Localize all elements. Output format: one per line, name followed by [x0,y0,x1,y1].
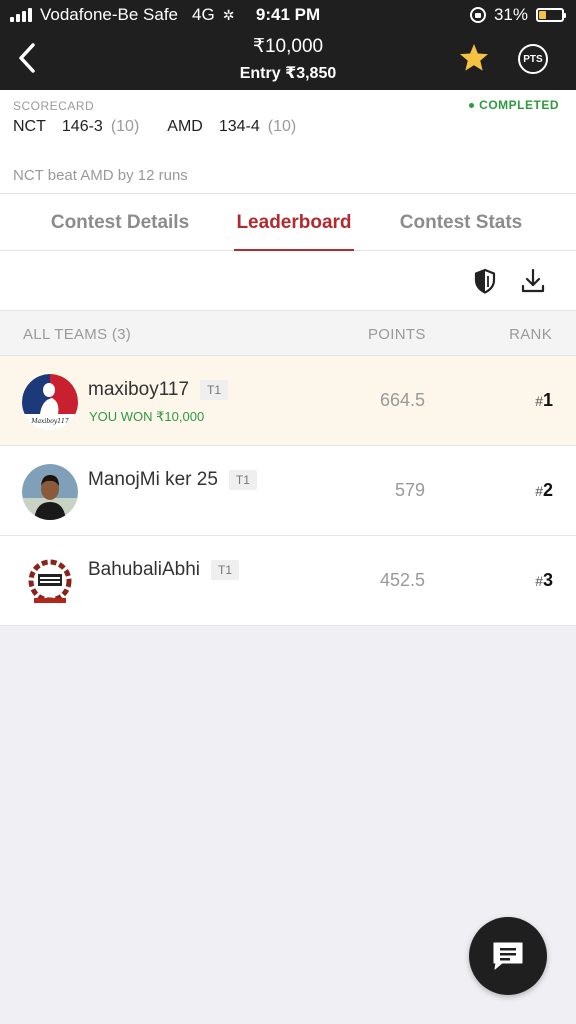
team-name-line: ManojMi ker 25 T1 [88,469,257,491]
leaderboard-toolbar [0,251,576,311]
shield-compare-icon [474,268,496,294]
avatar [22,554,78,610]
team-badge: T1 [200,380,229,400]
tab-leaderboard-label: Leaderboard [236,211,352,233]
battery-icon [536,8,566,22]
leaderboard-row[interactable]: ManojMi ker 25 T1 579 #2 [0,446,576,536]
back-button[interactable] [14,40,44,76]
rank-number: 2 [542,480,553,500]
chevron-left-icon [19,43,35,73]
team-name-line: maxiboy117 T1 [88,379,229,401]
team-runs: 146-3 [61,118,103,135]
team-name: NCT [13,118,46,135]
orientation-lock-icon [469,7,486,23]
column-points: POINTS [368,326,426,343]
team-badge: T1 [210,560,239,580]
tab-bar: Contest Details Leaderboard Contest Stat… [0,194,576,252]
leaderboard-row[interactable]: BahubaliAbhi T1 452.5 #3 [0,536,576,626]
favorite-button[interactable] [458,42,490,74]
team-scores: NCT 146-3 (10) AMD 134-4 (10) [13,118,314,136]
signal-icon [10,8,32,22]
team-name: maxiboy117 [88,379,190,400]
avatar [22,464,78,520]
rank-hash: # [535,393,543,409]
rank-number: 1 [542,390,553,410]
team-name: BahubaliAbhi [88,559,200,580]
team-points: 579 [394,480,425,500]
team-overs: (10) [267,118,297,135]
column-rank: RANK [509,326,552,343]
status-left: Vodafone-Be Safe 4G ✲ [10,5,234,25]
user-photo-icon [22,464,78,520]
team-logo-icon: Maxiboy117 [22,374,78,430]
scorecard: SCORECARD COMPLETED NCT 146-3 (10) AMD 1… [0,90,576,194]
team-badge: T1 [228,470,257,490]
match-status: COMPLETED [469,98,559,112]
tab-leaderboard[interactable]: Leaderboard [234,194,354,252]
chat-icon [493,942,523,970]
chat-button[interactable] [469,917,547,995]
contest-header: ₹10,000 Entry ₹3,850 PTS [0,30,576,90]
avatar: Maxiboy117 [22,374,78,430]
team-overs: (10) [110,118,140,135]
leaderboard-row[interactable]: Maxiboy117 maxiboy117 T1 YOU WON ₹10,000… [0,356,576,446]
status-bar: Vodafone-Be Safe 4G ✲ 9:41 PM 31% [0,0,576,30]
network-type: 4G [192,5,215,24]
team-runs: 134-4 [218,118,260,135]
team-rank: #3 [535,570,553,591]
loading-spinner-icon: ✲ [222,6,235,23]
column-teams: ALL TEAMS (3) [23,326,132,343]
team-points: 664.5 [379,390,425,410]
tab-contest-details[interactable]: Contest Details [40,194,200,251]
rank-number: 3 [542,570,553,590]
leaderboard-header: ALL TEAMS (3) POINTS RANK [0,311,576,356]
star-icon [460,44,488,71]
team-name: ManojMi ker 25 [88,469,218,490]
match-result: NCT beat AMD by 12 runs [13,167,188,184]
points-button[interactable]: PTS [518,44,548,74]
status-right: 31% [469,5,566,25]
scorecard-label: SCORECARD [13,99,95,113]
battery-level [539,11,546,19]
rank-hash: # [535,573,543,589]
team-name: AMD [167,118,203,135]
team-points: 452.5 [379,570,425,590]
team-score: NCT 146-3 (10) [13,118,139,136]
tab-contest-stats[interactable]: Contest Stats [392,194,530,251]
download-button[interactable] [520,267,546,295]
team-name-line: BahubaliAbhi T1 [88,559,239,581]
winnings-label: YOU WON ₹10,000 [89,409,205,424]
status-dot-icon [469,102,475,108]
carrier-name: Vodafone-Be Safe [40,5,179,24]
team-rank: #2 [535,480,553,501]
compare-teams-button[interactable] [472,267,498,295]
team-logo-icon [22,554,78,610]
download-icon [521,268,545,293]
team-score: AMD 134-4 (10) [167,118,296,136]
team-rank: #1 [535,390,553,411]
match-status-text: COMPLETED [479,98,559,112]
rank-hash: # [535,483,543,499]
svg-text:Maxiboy117: Maxiboy117 [30,418,69,425]
battery-percent: 31% [493,5,528,24]
